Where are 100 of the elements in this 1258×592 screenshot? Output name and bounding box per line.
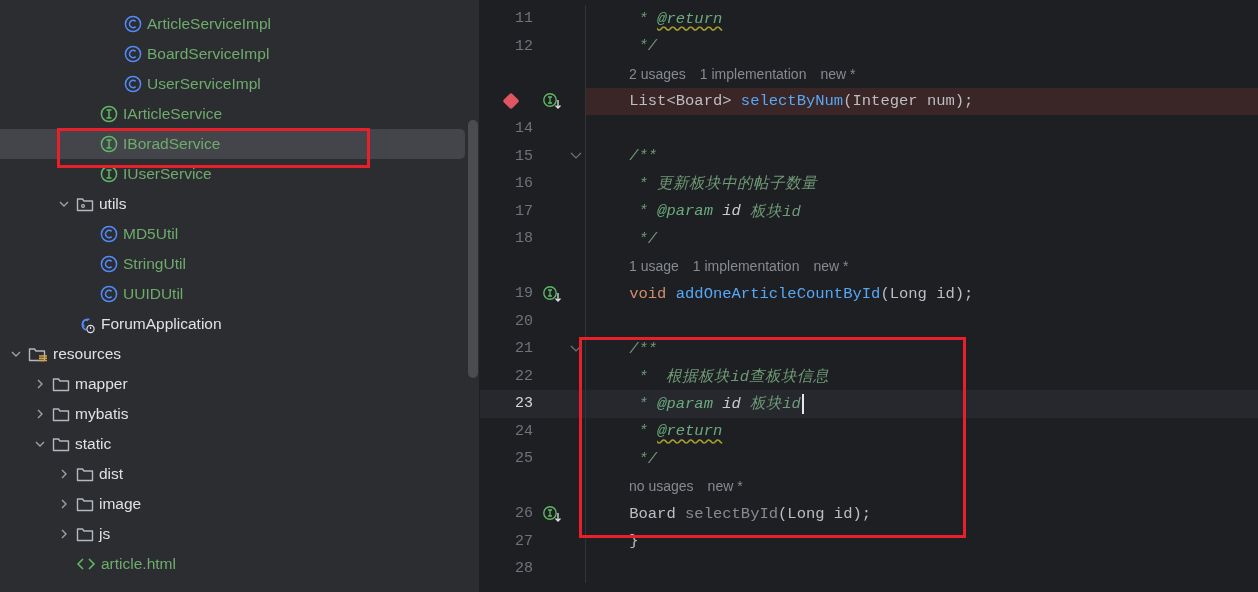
line-number: 24 bbox=[515, 422, 533, 440]
folder-icon bbox=[52, 375, 70, 393]
code-vision-hint[interactable]: 1 implementation bbox=[692, 258, 800, 275]
line-number: 28 bbox=[515, 560, 533, 578]
implemented-icon[interactable] bbox=[541, 92, 564, 111]
implemented-icon[interactable] bbox=[541, 284, 564, 303]
tree-item[interactable]: StringUtil bbox=[0, 249, 465, 279]
folder-icon bbox=[76, 495, 94, 513]
folder-icon bbox=[52, 405, 70, 423]
code-line: * 根据板块id查板块信息 bbox=[637, 366, 830, 387]
implemented-icon[interactable] bbox=[541, 504, 564, 523]
tree-item-label: UUIDUtil bbox=[123, 285, 184, 303]
code-vision-hint[interactable]: new * bbox=[820, 65, 856, 82]
tree-item-label: mybatis bbox=[75, 405, 129, 423]
code-line: * @param id 板块id bbox=[637, 201, 801, 222]
line-number: 19 bbox=[515, 285, 533, 303]
tree-item-label: resources bbox=[53, 345, 122, 363]
folder-icon bbox=[76, 465, 94, 483]
tree-item[interactable]: IBoradService bbox=[0, 129, 465, 159]
code-line: * @return bbox=[637, 422, 723, 441]
html-file-icon bbox=[76, 557, 96, 571]
line-number: 15 bbox=[515, 147, 533, 165]
fold-icon[interactable] bbox=[570, 152, 582, 161]
code-line: Board selectById(Long id); bbox=[628, 504, 872, 523]
tree-item-label: BoardServiceImpl bbox=[147, 45, 270, 63]
tree-item-label: mapper bbox=[75, 375, 128, 393]
class-icon bbox=[100, 255, 118, 273]
code-line: * 更新板块中的帖子数量 bbox=[637, 174, 818, 195]
line-number: 12 bbox=[515, 37, 533, 55]
fold-icon[interactable] bbox=[570, 344, 582, 353]
line-number: 23 bbox=[515, 395, 533, 413]
class-icon bbox=[124, 75, 142, 93]
tree-item[interactable]: UserServiceImpl bbox=[0, 69, 465, 99]
tree-item-label: StringUtil bbox=[123, 255, 186, 273]
code-line: /** bbox=[628, 339, 658, 358]
line-number: 20 bbox=[515, 312, 533, 330]
tree-item-label: js bbox=[99, 525, 111, 543]
scrollbar[interactable] bbox=[468, 120, 478, 378]
tree-item[interactable]: mapper bbox=[0, 369, 465, 399]
tree-item-label: dist bbox=[99, 465, 124, 483]
tree-item[interactable]: utils bbox=[0, 189, 465, 219]
interface-icon bbox=[100, 165, 118, 183]
resources-folder-icon bbox=[28, 345, 48, 363]
tree-item-label: ForumApplication bbox=[101, 315, 222, 333]
tree-item[interactable]: ForumApplication bbox=[0, 309, 465, 339]
code-vision-hint[interactable]: new * bbox=[707, 478, 743, 495]
code-line: */ bbox=[637, 229, 658, 248]
tree-item-label: image bbox=[99, 495, 142, 513]
line-number: 27 bbox=[515, 532, 533, 550]
line-number: 22 bbox=[515, 367, 533, 385]
tree-item-label: IUserService bbox=[123, 165, 212, 183]
code-vision-hint[interactable]: no usages bbox=[629, 478, 694, 495]
tree-item[interactable]: article.html bbox=[0, 549, 465, 579]
tree-item[interactable]: mybatis bbox=[0, 399, 465, 429]
code-vision-hint[interactable]: 2 usages bbox=[629, 65, 686, 82]
folder-icon bbox=[52, 435, 70, 453]
line-number: 25 bbox=[515, 450, 533, 468]
tree-item[interactable]: MD5Util bbox=[0, 219, 465, 249]
line-number: 14 bbox=[515, 120, 533, 138]
tree-item-label: IArticleService bbox=[123, 105, 223, 123]
tree-item-label: UserServiceImpl bbox=[147, 75, 261, 93]
class-icon bbox=[124, 15, 142, 33]
tree-item[interactable]: static bbox=[0, 429, 465, 459]
code-vision-hint[interactable]: 1 usage bbox=[629, 258, 679, 275]
code-line: */ bbox=[637, 449, 658, 468]
tree-item-label: ArticleServiceImpl bbox=[147, 15, 272, 33]
package-folder-icon bbox=[76, 195, 94, 213]
code-line: /** bbox=[628, 147, 658, 166]
tree-item-label: utils bbox=[99, 195, 127, 213]
line-number: 16 bbox=[515, 175, 533, 193]
tree-item[interactable]: resources bbox=[0, 339, 465, 369]
line-number: 17 bbox=[515, 202, 533, 220]
code-line: void addOneArticleCountById(Long id); bbox=[628, 284, 974, 303]
tree-item[interactable]: image bbox=[0, 489, 465, 519]
tree-item-label: IBoradService bbox=[123, 135, 221, 153]
line-number: 26 bbox=[515, 505, 533, 523]
code-line: */ bbox=[637, 37, 658, 56]
tree-item[interactable]: IUserService bbox=[0, 159, 465, 189]
class-icon bbox=[100, 225, 118, 243]
text-caret bbox=[801, 393, 804, 414]
class-icon bbox=[100, 285, 118, 303]
tree-item[interactable]: ArticleServiceImpl bbox=[0, 9, 465, 39]
folder-icon bbox=[76, 525, 94, 543]
tree-item[interactable]: IArticleService bbox=[0, 99, 465, 129]
code-line: * @return bbox=[637, 9, 723, 28]
tree-item-label: MD5Util bbox=[123, 225, 179, 243]
line-number: 21 bbox=[515, 340, 533, 358]
tree-item[interactable]: UUIDUtil bbox=[0, 279, 465, 309]
code-vision-hint[interactable]: 1 implementation bbox=[699, 65, 807, 82]
line-number: 11 bbox=[515, 10, 533, 28]
tree-item[interactable]: dist bbox=[0, 459, 465, 489]
class-icon bbox=[124, 45, 142, 63]
tree-item-label: article.html bbox=[101, 555, 176, 573]
code-line: * @param id 板块id bbox=[637, 393, 801, 415]
tree-item[interactable]: js bbox=[0, 519, 465, 549]
code-vision-hint[interactable]: new * bbox=[813, 258, 849, 275]
tree-item-label: static bbox=[75, 435, 112, 453]
tree-item[interactable]: BoardServiceImpl bbox=[0, 39, 465, 69]
interface-icon bbox=[100, 105, 118, 123]
code-line: List<Board> selectByNum(Integer num); bbox=[628, 92, 974, 111]
